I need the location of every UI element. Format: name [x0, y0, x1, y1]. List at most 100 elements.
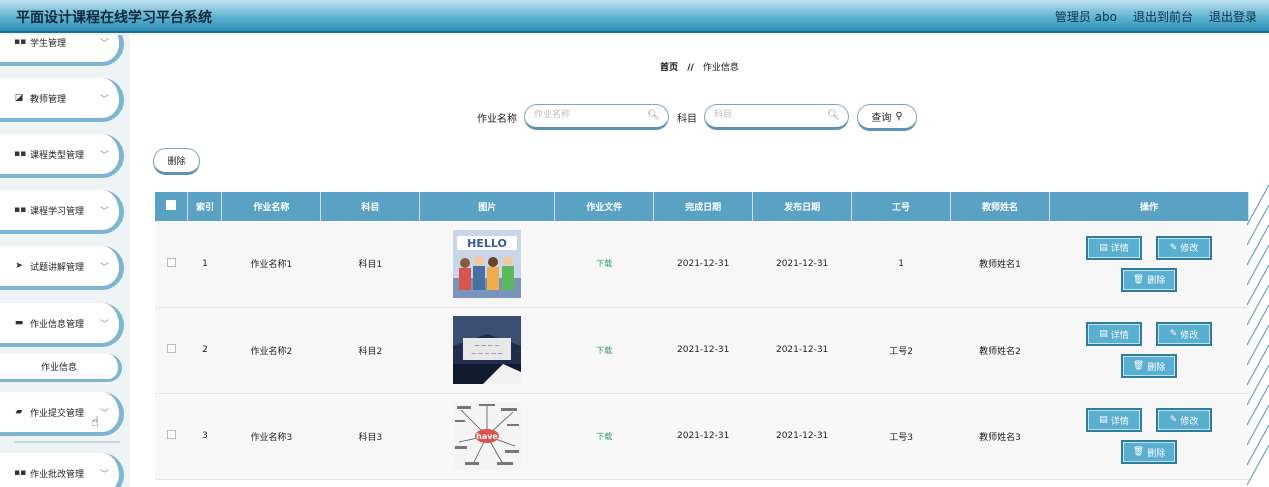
cell-image: have	[419, 393, 555, 480]
cell-image: HELLO	[419, 221, 555, 308]
search-icon: ⚲	[895, 110, 903, 122]
cell-file: 下载	[554, 221, 654, 308]
pencil-icon: ✎	[1169, 415, 1178, 425]
sidebar-item-course-types[interactable]: ▪▪ 课程类型管理 ﹀	[0, 134, 124, 178]
word-cloud-have-image: have	[453, 402, 522, 470]
cell-teacher: 教师姓名1	[950, 221, 1050, 308]
sidebar-item-label: 教师管理	[30, 94, 67, 105]
delete-label: 删除	[1147, 276, 1166, 287]
delete-button[interactable]: 🗑︎ 删除	[1120, 267, 1177, 292]
chevron-down-icon: ﹀	[99, 38, 109, 49]
breadcrumb-separator: //	[687, 63, 694, 73]
pencil-icon: ✎	[1169, 329, 1178, 339]
cell-teacher: 教师姓名3	[950, 393, 1050, 480]
edit-button[interactable]: ✎ 修改	[1155, 235, 1212, 260]
column-header: 图片	[419, 192, 556, 221]
detail-button[interactable]: ▤ 详情	[1085, 408, 1142, 432]
chevron-down-icon: ﹀	[99, 94, 109, 105]
cell-subject: 科目2	[320, 307, 420, 394]
query-button[interactable]: 查询 ⚲	[857, 103, 917, 131]
exit-to-front-link[interactable]: 退出到前台	[1133, 8, 1193, 25]
detail-label: 详情	[1110, 416, 1129, 427]
download-link[interactable]: 下载	[596, 432, 612, 441]
cell-file: 下载	[554, 393, 654, 480]
sidebar-item-label: 作业提交管理	[30, 408, 85, 419]
chevron-down-icon: ﹀	[99, 150, 109, 161]
cell-file: 下载	[554, 307, 654, 394]
download-link[interactable]: 下载	[596, 346, 612, 355]
trash-icon: 🗑︎	[1132, 274, 1145, 285]
column-header: 教师姓名	[950, 192, 1050, 221]
sidebar-item-exam-explain[interactable]: ➤ 试题讲解管理 ﹀	[0, 246, 124, 290]
message-icon: ▰	[15, 407, 23, 417]
detail-button[interactable]: ▤ 详情	[1085, 235, 1142, 260]
sidebar-item-label: 课程学习管理	[30, 206, 85, 217]
edit-label: 修改	[1180, 244, 1199, 255]
grid-icon: ▪▪	[14, 205, 27, 215]
sidebar-item-course-study[interactable]: ▪▪ 课程学习管理 ﹀	[0, 190, 124, 234]
chevron-down-icon: ﹀	[99, 262, 109, 273]
cell-index: 3	[187, 393, 222, 480]
subject-field: 🔍︎	[704, 104, 849, 130]
download-link[interactable]: 下载	[596, 259, 612, 268]
sidebar-item-homework-info[interactable]: ▬ 作业信息管理 ﹀	[0, 303, 124, 347]
breadcrumb-home[interactable]: 首页	[660, 63, 678, 73]
sidebar-item-teachers[interactable]: ◪ 教师管理 ﹀	[0, 78, 124, 122]
sidebar-item-homework-submit[interactable]: ▰ 作业提交管理 ﹀	[0, 392, 124, 436]
homework-name-input[interactable]	[534, 105, 649, 125]
batch-delete-button[interactable]: 删除	[153, 148, 200, 175]
document-icon: ▤	[1099, 242, 1108, 253]
detail-button[interactable]: ▤ 详情	[1085, 322, 1142, 346]
table-row: 2 作业名称2 科目2 — — — — — — — — — 下载 2021-12…	[155, 307, 1249, 394]
sidebar-item-label: 学生管理	[30, 38, 67, 49]
app-title: 平面设计课程在线学习平台系统	[16, 10, 212, 26]
cell-publish-date: 2021-12-31	[752, 221, 852, 308]
row-checkbox[interactable]	[166, 257, 176, 267]
cell-name: 作业名称3	[221, 393, 321, 480]
row-select-cell	[155, 307, 188, 394]
row-checkbox[interactable]	[166, 430, 176, 439]
table-row: 1 作业名称1 科目1 HELLO 下载 2021-12-31 2021-12-…	[155, 221, 1249, 308]
column-header: 完成日期	[653, 192, 754, 221]
logout-link[interactable]: 退出登录	[1209, 8, 1257, 25]
send-icon: ➤	[15, 261, 23, 271]
search-icon: 🔍︎	[827, 110, 840, 121]
subject-input[interactable]	[714, 105, 829, 125]
chart-icon: ◪	[14, 93, 24, 103]
cell-staff-id: 工号3	[851, 393, 951, 480]
study-desk-image: — — — — — — — — —	[453, 316, 522, 384]
edit-label: 修改	[1180, 416, 1199, 427]
main-content: 首页 // 作业信息 作业名称 🔍︎ 科目 🔍︎ 查询 ⚲ 删除 索引	[130, 35, 1269, 487]
hand-cursor-icon: ☝	[91, 415, 99, 430]
sidebar-item-label: 作业信息管理	[30, 319, 85, 330]
sidebar-subitem-homework[interactable]: 作业信息	[0, 354, 122, 382]
column-header: 作业文件	[554, 192, 655, 221]
pencil-icon: ✎	[1169, 242, 1178, 253]
cell-name: 作业名称1	[221, 221, 321, 308]
sidebar-item-students[interactable]: ▪▪ 学生管理 ﹀	[0, 35, 124, 66]
cell-teacher: 教师姓名2	[950, 307, 1050, 394]
sidebar-item-homework-grade[interactable]: ▪▪ 作业批改管理 ﹀	[0, 453, 124, 487]
breadcrumb: 首页 // 作业信息	[130, 60, 1269, 73]
column-header: 操作	[1049, 192, 1250, 221]
edit-button[interactable]: ✎ 修改	[1155, 408, 1212, 432]
cell-index: 2	[187, 307, 222, 394]
cell-staff-id: 1	[851, 221, 951, 308]
trash-icon: 🗑︎	[1132, 361, 1145, 371]
cell-index: 1	[187, 221, 222, 308]
grid-icon: ▪▪	[14, 468, 27, 478]
row-checkbox[interactable]	[166, 344, 176, 353]
delete-button[interactable]: 🗑︎ 删除	[1120, 354, 1177, 378]
homework-name-label: 作业名称	[477, 113, 517, 125]
cell-finish-date: 2021-12-31	[653, 221, 753, 308]
select-all-checkbox[interactable]	[166, 200, 177, 210]
homework-name-field: 🔍︎	[524, 104, 669, 130]
delete-label: 删除	[1147, 362, 1166, 373]
row-select-cell	[155, 393, 188, 480]
cell-publish-date: 2021-12-31	[752, 393, 852, 480]
document-icon: ▤	[1099, 329, 1108, 339]
delete-button[interactable]: 🗑︎ 删除	[1120, 440, 1177, 464]
cell-actions: ▤ 详情 ✎ 修改 🗑︎ 删除	[1049, 221, 1249, 308]
delete-label: 删除	[1147, 448, 1166, 459]
edit-button[interactable]: ✎ 修改	[1155, 322, 1212, 346]
